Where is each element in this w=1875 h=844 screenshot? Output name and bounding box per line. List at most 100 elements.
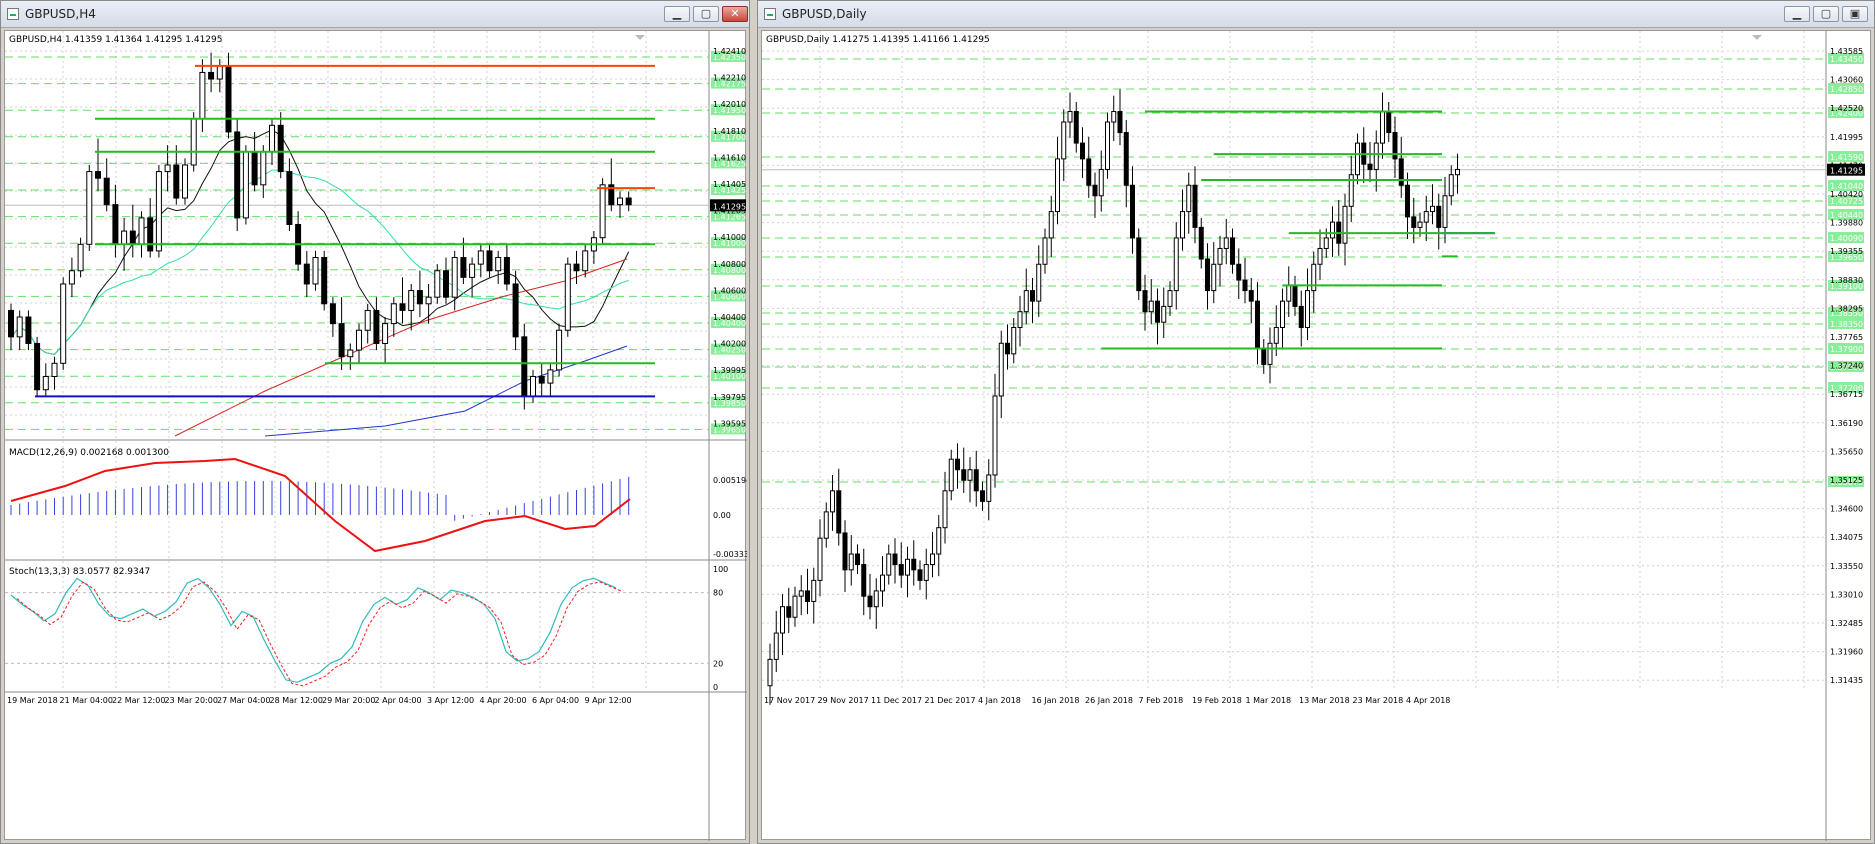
candle-body [460, 257, 467, 278]
candle-body [942, 490, 948, 529]
candle [1155, 288, 1160, 345]
candle-body [1142, 290, 1148, 313]
candle [1280, 288, 1285, 350]
candle [1111, 95, 1117, 141]
daily-window-titlebar[interactable]: GBPUSD,Daily ▁ ▢ ▣ [758, 1, 1874, 28]
candle [936, 515, 942, 577]
h4-chart-window[interactable]: GBPUSD,H4 ▁ ▢ ✕ 0.005194 0.00 -0.003338 10… [0, 0, 750, 844]
candle [973, 450, 979, 507]
minimize-button[interactable]: ▁ [664, 6, 690, 22]
shift-triangle-icon[interactable] [1752, 35, 1762, 40]
candle-body [767, 658, 773, 687]
price-axis-label: 1.39995 [713, 366, 746, 375]
candle [1130, 166, 1135, 254]
candle [805, 568, 810, 615]
daily-window-title: GBPUSD,Daily [782, 7, 867, 21]
candle-body [1455, 168, 1460, 176]
candle-body [1192, 184, 1198, 228]
shift-triangle-icon[interactable] [635, 35, 645, 40]
time-axis-label: 13 Mar 2018 [1299, 696, 1350, 705]
candle-body [582, 250, 589, 272]
restore-button[interactable]: ▣ [1842, 6, 1868, 22]
moving-average-line [10, 169, 629, 356]
maximize-button[interactable]: ▢ [1813, 6, 1839, 22]
candle-body [1155, 300, 1160, 323]
candle [1430, 184, 1435, 225]
candle-body [1223, 237, 1229, 249]
candle-body [1205, 258, 1210, 292]
candle-body [880, 574, 885, 592]
candle [625, 191, 632, 212]
candle [998, 330, 1004, 419]
daily-chart-canvas[interactable]: 1.434501.428501.424001.415901.410401.407… [762, 31, 1872, 841]
candle [486, 244, 493, 278]
candle [1161, 287, 1167, 339]
candle [1455, 153, 1460, 194]
candle-body [86, 171, 93, 245]
candle-body [95, 171, 101, 179]
candle [556, 323, 563, 377]
candle [1267, 327, 1273, 384]
close-button[interactable]: ✕ [722, 6, 748, 22]
price-axis-label: 1.42010 [713, 100, 746, 109]
candle-body [1342, 205, 1348, 244]
candle-body [1105, 121, 1110, 170]
candle-body [42, 376, 49, 391]
price-axis-label: 1.43060 [1830, 76, 1863, 85]
candle [495, 250, 502, 284]
candle-body [1030, 290, 1035, 302]
candle [68, 257, 75, 298]
candle-body [173, 164, 180, 199]
candle [77, 237, 84, 278]
candle [416, 270, 423, 318]
candle-body [1067, 110, 1073, 123]
daily-chart-area[interactable]: 1.43450 1.42850 1.42400 1.41590 1.41040 1.407… [761, 30, 1872, 841]
candle [1098, 150, 1104, 212]
candle-body [836, 490, 842, 534]
candle-body [1380, 110, 1385, 144]
candle [1255, 282, 1260, 365]
candle [129, 204, 136, 258]
candle-body [1211, 263, 1217, 292]
candle [861, 548, 867, 616]
candle-body [1255, 300, 1260, 350]
candle [1061, 109, 1067, 182]
candle-body [1311, 263, 1317, 292]
candle-body [817, 537, 823, 581]
stoch-label: Stoch(13,3,3) 83.0577 82.9347 [9, 567, 150, 577]
candle-body [1111, 110, 1117, 123]
maximize-button[interactable]: ▢ [693, 6, 719, 22]
candle-body [538, 376, 545, 384]
candle-body [434, 270, 441, 298]
candle [234, 118, 241, 232]
candle [1023, 268, 1029, 325]
candle-body [112, 204, 119, 245]
candle [1142, 274, 1148, 331]
candle [208, 52, 215, 93]
candle [303, 250, 310, 298]
price-axis-label: 1.31960 [1830, 648, 1863, 657]
candle [477, 244, 484, 278]
candle [1036, 245, 1042, 317]
candle-body [1236, 263, 1242, 281]
candle-body [225, 65, 232, 133]
time-axis-label: 21 Mar 04:00 [60, 696, 113, 705]
daily-chart-window[interactable]: GBPUSD,Daily ▁ ▢ ▣ 1.43450 1.42850 1.42400… [757, 0, 1875, 844]
candle-body [1167, 290, 1173, 307]
price-axis-label: 1.31435 [1830, 676, 1863, 685]
h4-window-titlebar[interactable]: GBPUSD,H4 ▁ ▢ ✕ [1, 1, 749, 28]
candle-body [1217, 247, 1223, 265]
minimize-button[interactable]: ▁ [1784, 6, 1810, 22]
candle [1105, 112, 1110, 179]
candle-body [861, 564, 867, 597]
candle-body [830, 490, 835, 513]
candle-body [1148, 300, 1154, 313]
candle-body [992, 395, 998, 476]
h4-chart-area[interactable]: 0.0051940.00-0.003338 10080200 1.423501.… [4, 30, 747, 841]
h4-chart-canvas[interactable]: 0.0051940.00-0.003338 10080200 1.423501.… [5, 31, 747, 841]
candle-body [967, 469, 973, 481]
candle [190, 112, 197, 172]
candle-body [486, 250, 493, 272]
candle-body [155, 171, 162, 252]
time-axis-label: 21 Dec 2017 [925, 696, 976, 705]
